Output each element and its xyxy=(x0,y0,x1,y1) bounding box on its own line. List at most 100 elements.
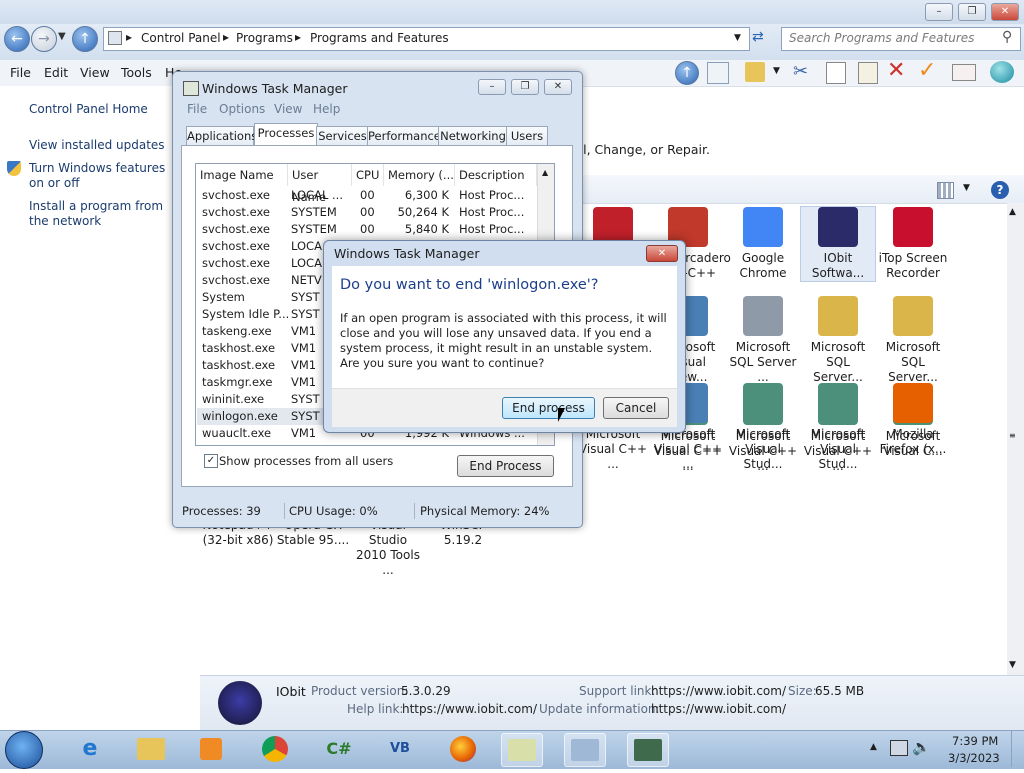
delete-icon[interactable]: ✕ xyxy=(887,58,905,83)
media-player-icon[interactable] xyxy=(191,733,231,765)
properties-icon[interactable] xyxy=(952,64,976,81)
process-cell[interactable]: System xyxy=(202,289,288,306)
process-cell[interactable]: 00 xyxy=(360,204,384,221)
clock-time[interactable]: 7:39 PM xyxy=(952,734,998,748)
show-desktop-button[interactable] xyxy=(1011,731,1024,767)
breadcrumb-control-panel[interactable]: Control Panel xyxy=(141,31,221,45)
panes-icon[interactable] xyxy=(707,62,729,84)
update-info-value[interactable]: https://www.iobit.com/ xyxy=(651,702,786,716)
program-item[interactable]: Microsoft Visual Stud... xyxy=(726,383,800,472)
search-input[interactable]: Search Programs and Features ⚲ xyxy=(781,27,1021,51)
search-icon[interactable]: ⚲ xyxy=(1002,29,1012,45)
visual-csharp-icon[interactable]: C# xyxy=(319,733,359,765)
control-panel-taskbar-icon[interactable] xyxy=(564,733,606,767)
help-link-value[interactable]: https://www.iobit.com/ xyxy=(402,702,537,716)
program-item[interactable]: Microsoft SQL Server... xyxy=(876,296,950,385)
process-cell[interactable]: winlogon.exe xyxy=(202,408,288,425)
process-cell[interactable]: 00 xyxy=(360,187,384,204)
network-tray-icon[interactable] xyxy=(890,740,908,756)
checkmark-icon[interactable]: ✓ xyxy=(918,58,936,83)
end-process-tm-button[interactable]: End Process xyxy=(457,455,554,477)
install-from-network-link[interactable]: Install a program from the network xyxy=(29,199,174,229)
process-cell[interactable]: svchost.exe xyxy=(202,187,288,204)
scroll-up-icon[interactable]: ▲ xyxy=(1009,207,1016,217)
tm-menu-file[interactable]: File xyxy=(187,102,207,116)
tm-menu-view[interactable]: View xyxy=(274,102,302,116)
internet-explorer-icon[interactable]: e xyxy=(70,733,110,765)
program-item[interactable]: IObit Softwa... xyxy=(800,206,876,282)
control-panel-home-link[interactable]: Control Panel Home xyxy=(29,102,148,117)
tm-menu-help[interactable]: Help xyxy=(313,102,340,116)
program-item[interactable]: Mozilla Firefox (x... xyxy=(876,383,950,457)
address-bar[interactable]: ▸ Control Panel ▸ Programs ▸ Programs an… xyxy=(103,27,750,51)
maximize-button[interactable]: ❐ xyxy=(958,3,986,21)
tm-maximize-button[interactable]: ❐ xyxy=(511,79,539,95)
process-cell[interactable]: SYSTEM xyxy=(291,204,349,221)
process-cell[interactable]: 6,300 K xyxy=(386,187,449,204)
clock-date[interactable]: 3/3/2023 xyxy=(948,751,1000,765)
tab-services[interactable]: Services xyxy=(316,126,369,146)
address-dropdown-icon[interactable]: ▼ xyxy=(734,33,741,43)
column-memory[interactable]: Memory (... xyxy=(384,164,455,186)
tab-networking[interactable]: Networking xyxy=(438,126,508,146)
menu-edit[interactable]: Edit xyxy=(44,65,68,80)
menu-view[interactable]: View xyxy=(80,65,110,80)
process-cell[interactable]: System Idle P... xyxy=(202,306,288,323)
cut-icon[interactable]: ✂ xyxy=(793,61,808,82)
breadcrumb-programs-and-features[interactable]: Programs and Features xyxy=(310,31,449,45)
windows-features-link[interactable]: Turn Windows features on or off xyxy=(29,161,174,191)
dialog-close-button[interactable]: ✕ xyxy=(646,245,678,262)
process-cell[interactable]: Host Proc... xyxy=(459,221,535,238)
help-icon[interactable]: ? xyxy=(991,181,1009,199)
process-cell[interactable]: 50,264 K xyxy=(386,204,449,221)
column-cpu[interactable]: CPU xyxy=(352,164,384,186)
program-item[interactable]: iTop Screen Recorder xyxy=(876,207,950,281)
process-cell[interactable]: svchost.exe xyxy=(202,272,288,289)
file-explorer-icon[interactable] xyxy=(131,733,171,765)
program-item[interactable]: Google Chrome xyxy=(726,207,800,281)
column-description[interactable]: Description xyxy=(455,164,537,186)
up-icon[interactable]: ↑ xyxy=(72,26,98,52)
process-cell[interactable]: Host Proc... xyxy=(459,187,535,204)
chrome-taskbar-icon[interactable] xyxy=(255,733,295,765)
support-link-value[interactable]: https://www.iobit.com/ xyxy=(651,684,786,698)
process-cell[interactable]: taskmgr.exe xyxy=(202,374,288,391)
end-process-button[interactable]: End process xyxy=(502,397,595,419)
tab-performance[interactable]: Performance xyxy=(367,126,441,146)
dropdown-icon[interactable]: ▼ xyxy=(773,66,780,76)
process-scroll-up-icon[interactable]: ▲ xyxy=(542,168,548,177)
process-cell[interactable]: wuauclt.exe xyxy=(202,425,288,442)
process-cell[interactable]: wininit.exe xyxy=(202,391,288,408)
process-cell[interactable]: Host Proc... xyxy=(459,204,535,221)
tab-users[interactable]: Users xyxy=(506,126,548,146)
column-user-name[interactable]: User Name xyxy=(288,164,352,204)
tab-applications[interactable]: Applications xyxy=(186,126,257,146)
firefox-taskbar-icon[interactable] xyxy=(443,733,483,765)
task-manager-taskbar-icon[interactable] xyxy=(627,733,669,767)
start-button[interactable] xyxy=(5,731,43,769)
program-item[interactable]: Microsoft SQL Server ... xyxy=(726,296,800,385)
process-cell[interactable]: taskhost.exe xyxy=(202,357,288,374)
scroll-thumb-grip-icon[interactable]: ≡ xyxy=(1009,431,1016,440)
scroll-down-icon[interactable]: ▼ xyxy=(1009,660,1016,670)
process-cell[interactable]: taskhost.exe xyxy=(202,340,288,357)
paste-icon[interactable] xyxy=(858,62,878,84)
view-installed-updates-link[interactable]: View installed updates xyxy=(29,138,165,153)
visual-basic-icon[interactable]: VB xyxy=(380,733,420,765)
up-arrow-icon[interactable]: ↑ xyxy=(675,61,699,85)
menu-file[interactable]: File xyxy=(10,65,31,80)
folder-check-icon[interactable] xyxy=(745,62,765,82)
forward-icon[interactable]: → xyxy=(31,26,57,52)
copy-icon[interactable] xyxy=(826,62,846,84)
show-all-users-checkbox[interactable]: ✓ xyxy=(204,454,218,468)
process-cell[interactable]: svchost.exe xyxy=(202,238,288,255)
view-options-icon[interactable] xyxy=(937,182,954,199)
close-button[interactable]: ✕ xyxy=(991,3,1019,21)
history-dropdown-icon[interactable]: ▼ xyxy=(58,31,66,42)
vertical-scrollbar[interactable]: ▲ ≡ ▼ xyxy=(1007,203,1024,675)
menu-tools[interactable]: Tools xyxy=(121,65,152,80)
minimize-button[interactable]: – xyxy=(925,3,953,21)
process-cell[interactable]: taskeng.exe xyxy=(202,323,288,340)
programs-features-taskbar-icon[interactable] xyxy=(501,733,543,767)
tray-expand-icon[interactable]: ▲ xyxy=(870,742,877,752)
